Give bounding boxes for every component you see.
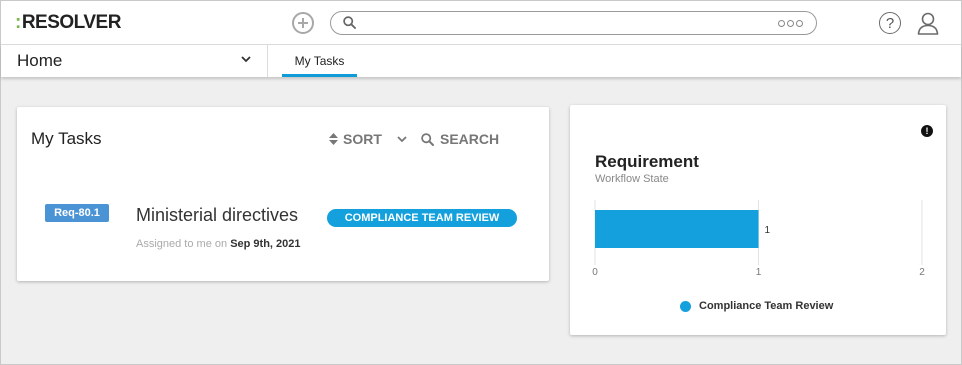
more-options-icon[interactable] <box>778 20 804 28</box>
task-name-link[interactable]: Ministerial directives <box>136 205 298 226</box>
legend-label: Compliance Team Review <box>699 300 834 312</box>
tab-my-tasks-label: My Tasks <box>294 54 345 68</box>
x-tick-label: 0 <box>592 267 598 278</box>
search-label: SEARCH <box>440 131 500 147</box>
nav-bar: Home My Tasks <box>1 45 961 77</box>
legend-dot <box>680 300 691 312</box>
my-tasks-title: My Tasks <box>31 129 102 148</box>
logo-mark: : <box>15 12 21 33</box>
task-search-control[interactable]: SEARCH <box>421 131 499 147</box>
chevron-down-icon <box>397 136 407 143</box>
task-assigned-info: Assigned to me on Sep 9th, 2021 <box>136 238 301 250</box>
sort-control[interactable]: SORT <box>329 131 407 147</box>
logo-text: RESOLVER <box>21 12 122 33</box>
chevron-down-icon <box>241 56 251 63</box>
home-dropdown-label: Home <box>17 51 63 70</box>
active-tab-indicator <box>282 74 357 77</box>
task-id-badge[interactable]: Req-80.1 <box>45 204 109 222</box>
help-icon[interactable]: ? <box>879 12 901 34</box>
workflow-status-badge: COMPLIANCE TEAM REVIEW <box>327 209 517 227</box>
sort-icon <box>329 133 338 145</box>
search-icon <box>421 132 434 146</box>
my-tasks-card: My Tasks SORT SEARCH Req-80.1 Ministeria… <box>17 107 549 281</box>
add-icon[interactable] <box>292 12 314 34</box>
global-search-box[interactable] <box>330 11 817 35</box>
assigned-prefix: Assigned to me on <box>136 238 228 250</box>
x-tick-label: 1 <box>756 267 762 278</box>
chart-legend[interactable]: Compliance Team Review <box>680 300 833 312</box>
global-search-input[interactable] <box>363 15 763 31</box>
sort-label: SORT <box>343 131 382 147</box>
search-icon <box>343 16 356 29</box>
x-tick-label: 2 <box>919 267 925 278</box>
tab-my-tasks[interactable]: My Tasks <box>282 45 357 77</box>
user-profile-icon[interactable] <box>917 11 939 35</box>
assigned-date: Sep 9th, 2021 <box>230 238 301 250</box>
top-bar: : RESOLVER ? <box>1 1 961 45</box>
home-dropdown[interactable]: Home <box>1 45 268 77</box>
requirement-chart-card: ! Requirement Workflow State 0121 Compli… <box>570 105 946 335</box>
data-label: 1 <box>765 225 771 236</box>
resolver-logo[interactable]: : RESOLVER <box>15 12 121 34</box>
bar <box>595 210 759 248</box>
